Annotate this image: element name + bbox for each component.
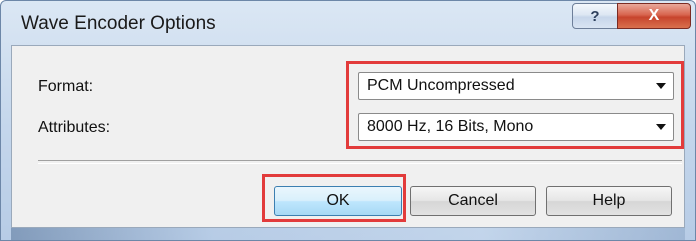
format-label: Format:	[38, 78, 94, 95]
wave-encoder-options-dialog: Wave Encoder Options ? X Format: PCM Unc…	[0, 0, 696, 241]
ok-highlight-box	[262, 174, 406, 222]
attributes-label: Attributes:	[38, 119, 111, 136]
window-title: Wave Encoder Options	[21, 13, 216, 34]
cancel-button[interactable]: Cancel	[410, 186, 536, 216]
window-bottom-frame	[11, 228, 685, 240]
select-highlight-box	[346, 61, 684, 149]
help-icon: ?	[590, 7, 600, 25]
close-icon: X	[648, 7, 660, 24]
title-close-button[interactable]: X	[617, 3, 691, 29]
dialog-body: Format: PCM Uncompressed Attributes: 800…	[11, 45, 685, 228]
title-bar[interactable]: Wave Encoder Options ? X	[1, 1, 695, 45]
title-help-button[interactable]: ?	[572, 3, 618, 29]
separator	[38, 160, 682, 164]
help-button[interactable]: Help	[546, 186, 672, 216]
help-button-label: Help	[592, 192, 626, 209]
cancel-button-label: Cancel	[448, 192, 498, 209]
